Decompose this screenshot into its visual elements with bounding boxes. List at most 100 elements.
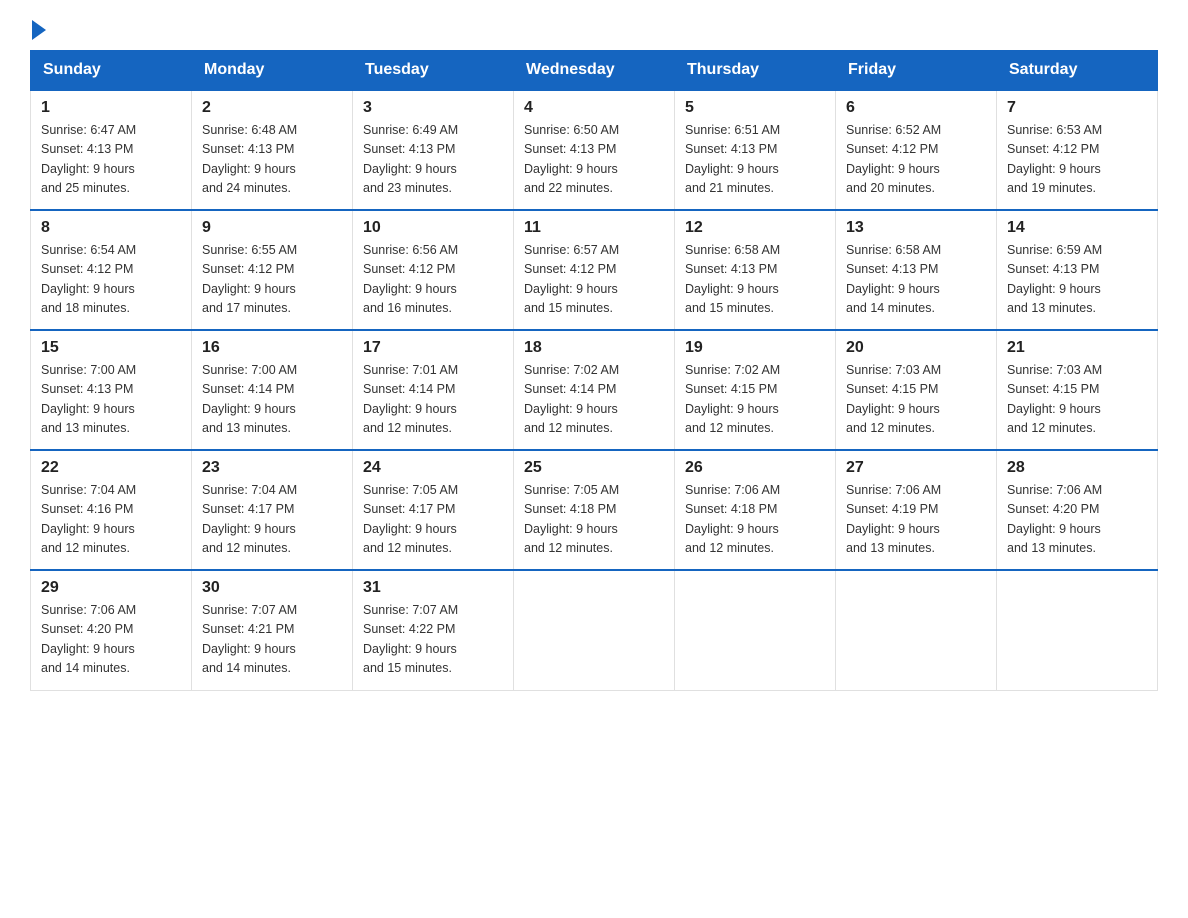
weekday-header-monday: Monday [192,51,353,91]
day-info: Sunrise: 7:02 AMSunset: 4:15 PMDaylight:… [685,361,825,439]
day-number: 14 [1007,219,1147,237]
weekday-header-friday: Friday [836,51,997,91]
day-number: 27 [846,459,986,477]
day-number: 11 [524,219,664,237]
day-info: Sunrise: 6:50 AMSunset: 4:13 PMDaylight:… [524,121,664,199]
day-info: Sunrise: 6:54 AMSunset: 4:12 PMDaylight:… [41,241,181,319]
calendar-cell: 15 Sunrise: 7:00 AMSunset: 4:13 PMDaylig… [31,330,192,450]
calendar-cell: 27 Sunrise: 7:06 AMSunset: 4:19 PMDaylig… [836,450,997,570]
day-info: Sunrise: 6:53 AMSunset: 4:12 PMDaylight:… [1007,121,1147,199]
calendar-cell: 23 Sunrise: 7:04 AMSunset: 4:17 PMDaylig… [192,450,353,570]
day-info: Sunrise: 6:49 AMSunset: 4:13 PMDaylight:… [363,121,503,199]
calendar-cell: 20 Sunrise: 7:03 AMSunset: 4:15 PMDaylig… [836,330,997,450]
calendar-table: SundayMondayTuesdayWednesdayThursdayFrid… [30,50,1158,691]
day-info: Sunrise: 7:06 AMSunset: 4:18 PMDaylight:… [685,481,825,559]
weekday-header-tuesday: Tuesday [353,51,514,91]
day-info: Sunrise: 7:06 AMSunset: 4:20 PMDaylight:… [1007,481,1147,559]
calendar-cell: 6 Sunrise: 6:52 AMSunset: 4:12 PMDayligh… [836,90,997,210]
calendar-cell: 9 Sunrise: 6:55 AMSunset: 4:12 PMDayligh… [192,210,353,330]
day-number: 26 [685,459,825,477]
calendar-week-row: 22 Sunrise: 7:04 AMSunset: 4:16 PMDaylig… [31,450,1158,570]
calendar-cell: 24 Sunrise: 7:05 AMSunset: 4:17 PMDaylig… [353,450,514,570]
calendar-cell: 12 Sunrise: 6:58 AMSunset: 4:13 PMDaylig… [675,210,836,330]
day-number: 7 [1007,99,1147,117]
calendar-cell: 7 Sunrise: 6:53 AMSunset: 4:12 PMDayligh… [997,90,1158,210]
day-info: Sunrise: 6:59 AMSunset: 4:13 PMDaylight:… [1007,241,1147,319]
day-info: Sunrise: 6:47 AMSunset: 4:13 PMDaylight:… [41,121,181,199]
day-number: 29 [41,579,181,597]
calendar-cell: 26 Sunrise: 7:06 AMSunset: 4:18 PMDaylig… [675,450,836,570]
day-number: 22 [41,459,181,477]
calendar-cell: 5 Sunrise: 6:51 AMSunset: 4:13 PMDayligh… [675,90,836,210]
day-info: Sunrise: 7:04 AMSunset: 4:17 PMDaylight:… [202,481,342,559]
day-info: Sunrise: 7:03 AMSunset: 4:15 PMDaylight:… [846,361,986,439]
day-info: Sunrise: 6:48 AMSunset: 4:13 PMDaylight:… [202,121,342,199]
day-number: 4 [524,99,664,117]
day-info: Sunrise: 7:05 AMSunset: 4:17 PMDaylight:… [363,481,503,559]
calendar-cell [675,570,836,690]
day-number: 2 [202,99,342,117]
day-number: 25 [524,459,664,477]
calendar-week-row: 15 Sunrise: 7:00 AMSunset: 4:13 PMDaylig… [31,330,1158,450]
header [30,20,1158,40]
day-number: 21 [1007,339,1147,357]
calendar-cell: 11 Sunrise: 6:57 AMSunset: 4:12 PMDaylig… [514,210,675,330]
day-number: 24 [363,459,503,477]
weekday-header-thursday: Thursday [675,51,836,91]
calendar-cell: 14 Sunrise: 6:59 AMSunset: 4:13 PMDaylig… [997,210,1158,330]
calendar-cell: 22 Sunrise: 7:04 AMSunset: 4:16 PMDaylig… [31,450,192,570]
day-info: Sunrise: 6:58 AMSunset: 4:13 PMDaylight:… [846,241,986,319]
day-number: 10 [363,219,503,237]
calendar-cell: 28 Sunrise: 7:06 AMSunset: 4:20 PMDaylig… [997,450,1158,570]
day-info: Sunrise: 7:02 AMSunset: 4:14 PMDaylight:… [524,361,664,439]
calendar-cell: 8 Sunrise: 6:54 AMSunset: 4:12 PMDayligh… [31,210,192,330]
calendar-cell: 30 Sunrise: 7:07 AMSunset: 4:21 PMDaylig… [192,570,353,690]
weekday-header-sunday: Sunday [31,51,192,91]
calendar-week-row: 29 Sunrise: 7:06 AMSunset: 4:20 PMDaylig… [31,570,1158,690]
day-number: 9 [202,219,342,237]
calendar-cell: 17 Sunrise: 7:01 AMSunset: 4:14 PMDaylig… [353,330,514,450]
calendar-cell: 13 Sunrise: 6:58 AMSunset: 4:13 PMDaylig… [836,210,997,330]
day-number: 3 [363,99,503,117]
day-number: 30 [202,579,342,597]
day-info: Sunrise: 6:58 AMSunset: 4:13 PMDaylight:… [685,241,825,319]
day-info: Sunrise: 7:00 AMSunset: 4:13 PMDaylight:… [41,361,181,439]
weekday-header-wednesday: Wednesday [514,51,675,91]
day-number: 18 [524,339,664,357]
calendar-cell [836,570,997,690]
logo [30,20,46,40]
day-number: 17 [363,339,503,357]
day-number: 15 [41,339,181,357]
day-info: Sunrise: 7:07 AMSunset: 4:21 PMDaylight:… [202,601,342,679]
day-info: Sunrise: 6:52 AMSunset: 4:12 PMDaylight:… [846,121,986,199]
calendar-cell: 2 Sunrise: 6:48 AMSunset: 4:13 PMDayligh… [192,90,353,210]
day-number: 31 [363,579,503,597]
calendar-cell: 16 Sunrise: 7:00 AMSunset: 4:14 PMDaylig… [192,330,353,450]
day-info: Sunrise: 6:57 AMSunset: 4:12 PMDaylight:… [524,241,664,319]
day-info: Sunrise: 6:56 AMSunset: 4:12 PMDaylight:… [363,241,503,319]
day-number: 13 [846,219,986,237]
day-info: Sunrise: 7:03 AMSunset: 4:15 PMDaylight:… [1007,361,1147,439]
day-info: Sunrise: 6:51 AMSunset: 4:13 PMDaylight:… [685,121,825,199]
calendar-cell: 4 Sunrise: 6:50 AMSunset: 4:13 PMDayligh… [514,90,675,210]
day-info: Sunrise: 7:04 AMSunset: 4:16 PMDaylight:… [41,481,181,559]
day-number: 28 [1007,459,1147,477]
day-number: 16 [202,339,342,357]
calendar-cell: 21 Sunrise: 7:03 AMSunset: 4:15 PMDaylig… [997,330,1158,450]
calendar-cell: 19 Sunrise: 7:02 AMSunset: 4:15 PMDaylig… [675,330,836,450]
calendar-cell: 29 Sunrise: 7:06 AMSunset: 4:20 PMDaylig… [31,570,192,690]
day-number: 20 [846,339,986,357]
day-info: Sunrise: 7:00 AMSunset: 4:14 PMDaylight:… [202,361,342,439]
day-info: Sunrise: 7:01 AMSunset: 4:14 PMDaylight:… [363,361,503,439]
calendar-cell: 3 Sunrise: 6:49 AMSunset: 4:13 PMDayligh… [353,90,514,210]
day-info: Sunrise: 7:05 AMSunset: 4:18 PMDaylight:… [524,481,664,559]
day-info: Sunrise: 6:55 AMSunset: 4:12 PMDaylight:… [202,241,342,319]
calendar-week-row: 1 Sunrise: 6:47 AMSunset: 4:13 PMDayligh… [31,90,1158,210]
day-number: 5 [685,99,825,117]
calendar-cell: 1 Sunrise: 6:47 AMSunset: 4:13 PMDayligh… [31,90,192,210]
day-number: 6 [846,99,986,117]
calendar-cell [514,570,675,690]
day-number: 19 [685,339,825,357]
day-info: Sunrise: 7:07 AMSunset: 4:22 PMDaylight:… [363,601,503,679]
calendar-week-row: 8 Sunrise: 6:54 AMSunset: 4:12 PMDayligh… [31,210,1158,330]
